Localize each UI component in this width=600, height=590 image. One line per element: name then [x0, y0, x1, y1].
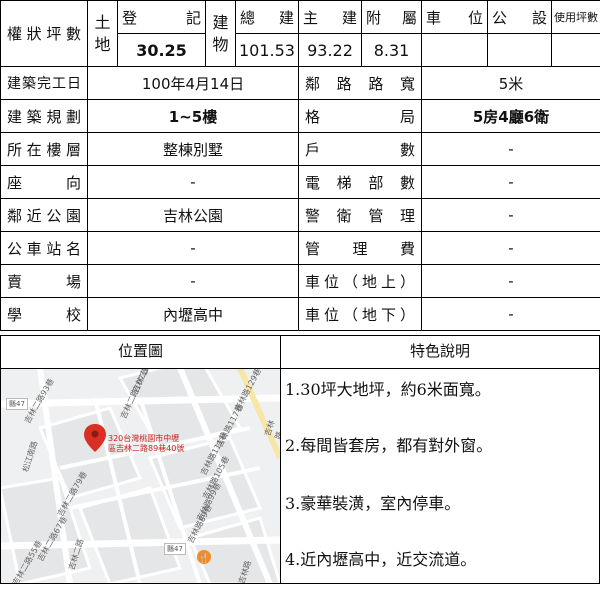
- row-value-security: -: [422, 199, 600, 232]
- row-value-parking-above: -: [422, 265, 600, 298]
- public-label: 公設: [488, 7, 551, 28]
- property-table: 權狀坪數 土地 登記 建物 總建 主建 附屬 車位 公設 使用坪數 30.25 …: [0, 0, 600, 331]
- row-value-school: 內壢高中: [88, 298, 299, 331]
- feature-item: 3.豪華裝潢，室內停車。: [281, 476, 599, 530]
- main-value: 93.22: [299, 34, 362, 67]
- row-label-plan: 建築規劃: [1, 100, 88, 133]
- property-info-sheet: 權狀坪數 土地 登記 建物 總建 主建 附屬 車位 公設 使用坪數 30.25 …: [0, 0, 600, 584]
- row-label-floor: 所在樓層: [1, 133, 88, 166]
- features-header: 特色說明: [281, 336, 599, 367]
- reg-label: 登記: [118, 7, 205, 28]
- map-header: 位置圖: [0, 336, 281, 367]
- row-label-parking-below: 車位（地下）: [299, 298, 422, 331]
- row-value-households: -: [422, 133, 600, 166]
- row-label-security: 警衛管理: [299, 199, 422, 232]
- row-value-market: -: [88, 265, 299, 298]
- total-value: 101.53: [236, 34, 299, 67]
- row-label-elevators: 電梯部數: [299, 166, 422, 199]
- row-value-road-width: 5米: [422, 67, 600, 100]
- row-value-fee: -: [422, 232, 600, 265]
- row-label-fee: 管理費: [299, 232, 422, 265]
- reg-value: 30.25: [118, 34, 206, 67]
- row-value-elevators: -: [422, 166, 600, 199]
- annex-label: 附屬: [362, 7, 421, 28]
- features-list: 1.30坪大地坪，約6米面寬。 2.每間皆套房，都有對外窗。 3.豪華裝潢，室內…: [281, 368, 599, 584]
- row-label-completion: 建築完工日: [1, 67, 88, 100]
- row-value-bus: -: [88, 232, 299, 265]
- usage-value: [552, 34, 600, 67]
- row-value-floor: 整棟別墅: [88, 133, 299, 166]
- area-title: 權狀坪數: [1, 1, 88, 67]
- total-label: 總建: [236, 7, 298, 28]
- parking-value: [422, 34, 488, 67]
- row-label-households: 戶數: [299, 133, 422, 166]
- row-value-orientation: -: [88, 166, 299, 199]
- land-label: 土地: [88, 1, 118, 67]
- parking-label: 車位: [422, 7, 487, 28]
- row-value-park: 吉林公園: [88, 199, 299, 232]
- feature-item: 1.30坪大地坪，約6米面寬。: [281, 368, 599, 422]
- feature-item: 4.近內壢高中，近交流道。: [281, 530, 599, 584]
- public-value: [488, 34, 552, 67]
- annex-value: 8.31: [362, 34, 422, 67]
- map-frame: [0, 368, 281, 584]
- row-value-layout: 5房4廳6衛: [422, 100, 600, 133]
- row-value-parking-below: -: [422, 298, 600, 331]
- row-label-bus: 公車站名: [1, 232, 88, 265]
- row-label-road-width: 鄰路路寬: [299, 67, 422, 100]
- row-value-plan: 1~5樓: [88, 100, 299, 133]
- feature-item: 2.每間皆套房，都有對外窗。: [281, 422, 599, 476]
- main-label: 主建: [299, 7, 361, 28]
- usage-label: 使用坪數: [552, 1, 600, 34]
- row-label-parking-above: 車位（地上）: [299, 265, 422, 298]
- row-label-school: 學校: [1, 298, 88, 331]
- row-value-completion: 100年4月14日: [88, 67, 299, 100]
- row-label-park: 鄰近公園: [1, 199, 88, 232]
- bldg-label: 建物: [206, 1, 236, 67]
- row-label-market: 賣場: [1, 265, 88, 298]
- row-label-layout: 格局: [299, 100, 422, 133]
- row-label-orientation: 座向: [1, 166, 88, 199]
